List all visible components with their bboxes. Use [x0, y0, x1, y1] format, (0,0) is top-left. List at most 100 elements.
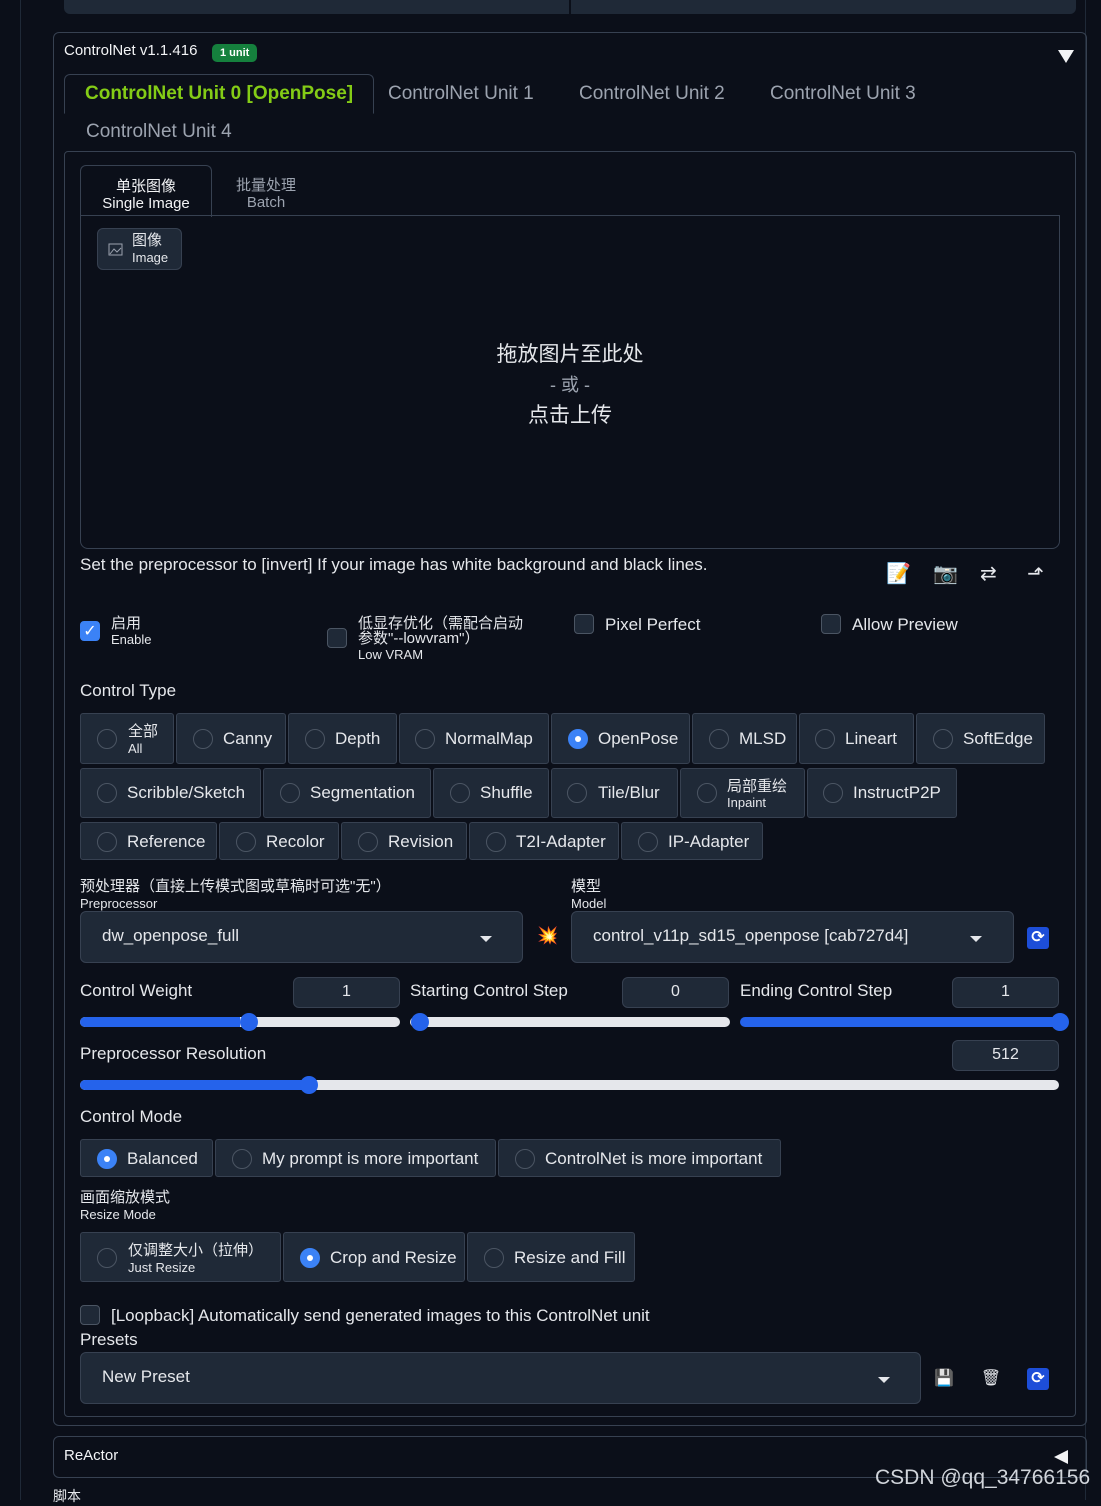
- save-icon[interactable]: 💾: [933, 1368, 955, 1390]
- control-type-softedge[interactable]: SoftEdge: [916, 713, 1045, 764]
- loopback-checkbox[interactable]: [80, 1305, 100, 1325]
- radio-normalmap[interactable]: [415, 729, 435, 749]
- edit-icon[interactable]: 📝: [886, 561, 911, 586]
- resolution-handle[interactable]: [300, 1076, 319, 1094]
- resize-mode-just-resize[interactable]: 仅调整大小（拉伸） Just Resize: [80, 1232, 281, 1282]
- control-type-recolor-label: Recolor: [266, 832, 325, 851]
- preprocessor-dropdown[interactable]: dw_openpose_full: [80, 911, 523, 963]
- tab-batch-cn: 批量处理: [235, 177, 296, 194]
- control-type-tile-blur-label: Tile/Blur: [598, 783, 660, 802]
- allow-preview-checkbox[interactable]: [821, 614, 841, 634]
- control-mode-controlnet[interactable]: ControlNet is more important: [498, 1139, 781, 1177]
- control-type-tile-blur[interactable]: Tile/Blur: [551, 768, 678, 818]
- radio-reference[interactable]: [97, 832, 117, 852]
- model-dropdown[interactable]: control_v11p_sd15_openpose [cab727d4]: [571, 911, 1014, 963]
- tab-unit-0[interactable]: ControlNet Unit 0 [OpenPose]: [64, 74, 375, 114]
- refresh-models-icon[interactable]: ⟳: [1027, 927, 1049, 949]
- starting-step-slider[interactable]: [410, 1017, 730, 1027]
- control-type-scribble[interactable]: Scribble/Sketch: [80, 768, 261, 818]
- just-resize-cn: 仅调整大小（拉伸）: [128, 1242, 264, 1259]
- enable-label-en: Enable: [111, 632, 152, 647]
- lowvram-checkbox[interactable]: [327, 628, 347, 648]
- tab-single-image[interactable]: 单张图像 Single Image: [80, 165, 212, 217]
- radio-crop-resize[interactable]: [300, 1248, 320, 1268]
- radio-scribble[interactable]: [97, 783, 117, 803]
- expand-triangle-icon[interactable]: [1054, 1450, 1068, 1464]
- presets-dropdown[interactable]: New Preset: [80, 1352, 921, 1404]
- control-type-revision[interactable]: Revision: [341, 822, 467, 860]
- control-type-segmentation[interactable]: Segmentation: [263, 768, 431, 818]
- control-type-canny[interactable]: Canny: [176, 713, 286, 764]
- control-weight-handle[interactable]: [240, 1013, 258, 1031]
- radio-balanced[interactable]: [97, 1149, 117, 1169]
- collapse-triangle-icon[interactable]: [1058, 50, 1074, 63]
- radio-controlnet-important[interactable]: [515, 1149, 535, 1169]
- control-type-t2i-adapter[interactable]: T2I-Adapter: [469, 822, 619, 860]
- tab-unit-3[interactable]: ControlNet Unit 3: [770, 83, 916, 105]
- model-label-cn: 模型: [571, 878, 602, 895]
- control-type-inpaint-en: Inpaint: [727, 795, 767, 810]
- radio-instructp2p[interactable]: [823, 783, 843, 803]
- run-preprocessor-icon[interactable]: 💥: [537, 926, 558, 946]
- radio-shuffle[interactable]: [450, 783, 470, 803]
- starting-step-input[interactable]: 0: [622, 977, 729, 1008]
- presets-label: Presets: [80, 1330, 138, 1349]
- ending-step-handle[interactable]: [1051, 1013, 1069, 1031]
- enable-checkbox[interactable]: ✓: [80, 621, 100, 641]
- control-mode-label: Control Mode: [80, 1107, 183, 1126]
- control-weight-input[interactable]: 1: [293, 977, 400, 1008]
- radio-tile-blur[interactable]: [567, 783, 587, 803]
- radio-t2i-adapter[interactable]: [486, 832, 506, 852]
- radio-openpose[interactable]: [568, 729, 588, 749]
- control-type-ip-adapter[interactable]: IP-Adapter: [621, 822, 763, 860]
- control-mode-balanced[interactable]: Balanced: [80, 1139, 213, 1177]
- radio-lineart[interactable]: [815, 729, 835, 749]
- control-type-depth[interactable]: Depth: [288, 713, 397, 764]
- control-type-mlsd[interactable]: MLSD: [692, 713, 797, 764]
- control-type-reference[interactable]: Reference: [80, 822, 217, 860]
- control-type-instructp2p[interactable]: InstructP2P: [807, 768, 957, 818]
- ending-step-input[interactable]: 1: [952, 977, 1059, 1008]
- resolution-label: Preprocessor Resolution: [80, 1044, 267, 1063]
- control-type-normalmap[interactable]: NormalMap: [399, 713, 549, 764]
- control-mode-prompt[interactable]: My prompt is more important: [215, 1139, 496, 1177]
- radio-all[interactable]: [97, 729, 117, 749]
- control-type-lineart[interactable]: Lineart: [799, 713, 914, 764]
- ending-step-slider[interactable]: [740, 1017, 1060, 1027]
- pixel-perfect-checkbox[interactable]: [574, 614, 594, 634]
- radio-canny[interactable]: [193, 729, 213, 749]
- tab-unit-4[interactable]: ControlNet Unit 4: [86, 121, 232, 143]
- control-type-shuffle[interactable]: Shuffle: [433, 768, 549, 818]
- radio-depth[interactable]: [305, 729, 325, 749]
- radio-ip-adapter[interactable]: [638, 832, 658, 852]
- radio-recolor[interactable]: [236, 832, 256, 852]
- resolution-slider[interactable]: [80, 1080, 1059, 1090]
- control-type-inpaint[interactable]: 局部重绘 Inpaint: [680, 768, 805, 818]
- tab-unit-2[interactable]: ControlNet Unit 2: [579, 83, 725, 105]
- radio-revision[interactable]: [358, 832, 378, 852]
- reactor-title[interactable]: ReActor: [64, 1447, 118, 1464]
- accordion-title[interactable]: ControlNet v1.1.416: [64, 42, 197, 59]
- swap-icon[interactable]: ⇄: [980, 561, 997, 586]
- starting-step-handle[interactable]: [411, 1013, 429, 1031]
- send-dimensions-icon[interactable]: ⬏: [1027, 561, 1044, 586]
- control-type-segmentation-label: Segmentation: [310, 783, 415, 802]
- resolution-input[interactable]: 512: [952, 1040, 1059, 1071]
- trash-icon[interactable]: 🗑: [980, 1368, 1002, 1390]
- radio-mlsd[interactable]: [709, 729, 729, 749]
- resize-mode-fill[interactable]: Resize and Fill: [467, 1232, 635, 1282]
- control-type-recolor[interactable]: Recolor: [219, 822, 339, 860]
- tab-batch[interactable]: 批量处理 Batch: [222, 177, 310, 211]
- camera-icon[interactable]: 📷: [933, 561, 958, 586]
- radio-segmentation[interactable]: [280, 783, 300, 803]
- radio-resize-fill[interactable]: [484, 1248, 504, 1268]
- radio-prompt-important[interactable]: [232, 1149, 252, 1169]
- control-type-all[interactable]: 全部 All: [80, 713, 174, 764]
- radio-just-resize[interactable]: [97, 1248, 117, 1268]
- radio-softedge[interactable]: [933, 729, 953, 749]
- control-type-openpose[interactable]: OpenPose: [551, 713, 690, 764]
- radio-inpaint[interactable]: [697, 783, 717, 803]
- refresh-presets-icon[interactable]: ⟳: [1027, 1368, 1049, 1390]
- resize-mode-crop[interactable]: Crop and Resize: [283, 1232, 465, 1282]
- tab-unit-1[interactable]: ControlNet Unit 1: [388, 83, 534, 105]
